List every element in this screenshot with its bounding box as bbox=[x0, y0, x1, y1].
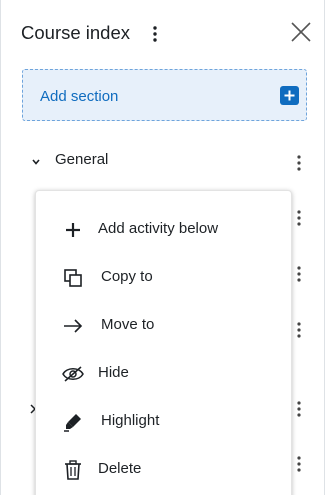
close-icon bbox=[291, 22, 311, 42]
add-section-plus-icon bbox=[280, 86, 299, 105]
trash-icon bbox=[62, 459, 84, 481]
course-index-drawer: Course index Add section General Add act… bbox=[0, 0, 325, 495]
kebab-icon bbox=[297, 266, 301, 282]
close-button[interactable] bbox=[289, 20, 313, 44]
context-menu: Add activity below Copy to Move to Hide … bbox=[35, 190, 292, 495]
activity-menu-button[interactable] bbox=[293, 209, 305, 227]
section-menu-button[interactable] bbox=[293, 400, 305, 418]
menu-item-move-to[interactable]: Move to bbox=[36, 304, 293, 348]
add-section-button[interactable]: Add section bbox=[22, 69, 307, 121]
drawer-title: Course index bbox=[21, 22, 131, 43]
marker-icon bbox=[62, 411, 84, 433]
activity-menu-button[interactable] bbox=[293, 265, 305, 283]
kebab-icon bbox=[153, 26, 157, 42]
menu-item-hide[interactable]: Hide bbox=[36, 352, 293, 396]
kebab-icon bbox=[297, 210, 301, 226]
chevron-down-icon[interactable] bbox=[30, 154, 42, 165]
section-label[interactable]: General bbox=[55, 151, 108, 168]
menu-item-label: Add activity below bbox=[98, 220, 219, 237]
kebab-icon bbox=[297, 401, 301, 417]
menu-item-label: Copy to bbox=[101, 268, 153, 285]
menu-item-label: Delete bbox=[98, 460, 142, 477]
menu-item-highlight[interactable]: Highlight bbox=[36, 400, 293, 444]
section-menu-button[interactable] bbox=[293, 154, 305, 172]
kebab-icon bbox=[297, 456, 301, 472]
menu-item-delete[interactable]: Delete bbox=[36, 448, 293, 492]
activity-menu-button[interactable] bbox=[293, 321, 305, 339]
menu-item-copy-to[interactable]: Copy to bbox=[36, 256, 293, 300]
section-row-general[interactable]: General bbox=[1, 140, 325, 180]
menu-item-label: Move to bbox=[101, 316, 155, 333]
copy-icon bbox=[62, 267, 84, 289]
drawer-header: Course index bbox=[1, 0, 325, 68]
add-section-label: Add section bbox=[40, 88, 119, 105]
arrow-right-icon bbox=[62, 315, 84, 337]
kebab-icon bbox=[297, 322, 301, 338]
eye-slash-icon bbox=[62, 363, 84, 385]
menu-item-label: Hide bbox=[98, 364, 129, 381]
plus-icon bbox=[62, 219, 84, 241]
menu-item-add-activity[interactable]: Add activity below bbox=[36, 208, 293, 252]
menu-item-label: Highlight bbox=[101, 412, 160, 429]
kebab-icon bbox=[297, 155, 301, 171]
header-menu-button[interactable] bbox=[146, 24, 164, 44]
activity-menu-button[interactable] bbox=[293, 455, 305, 473]
